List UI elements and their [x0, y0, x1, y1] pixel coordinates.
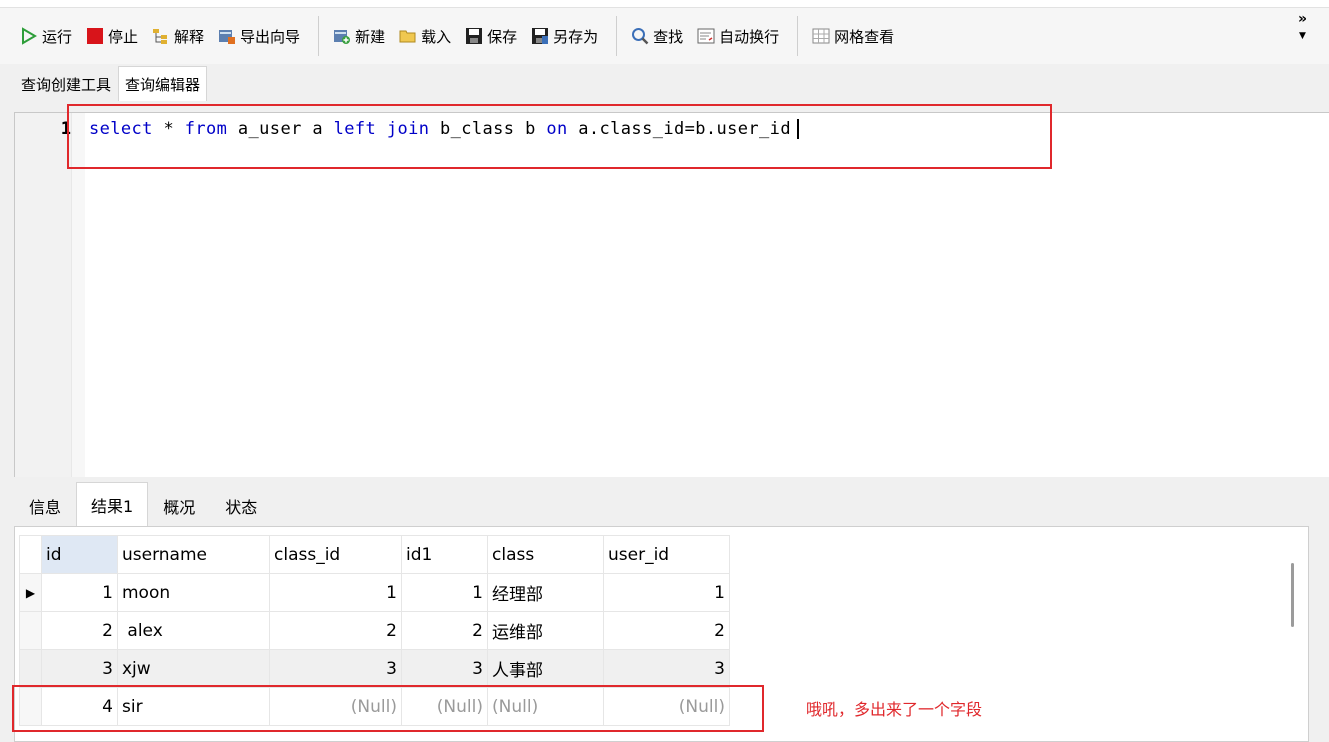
- current-row-indicator-icon: ▶: [19, 573, 42, 612]
- cell-id1[interactable]: 2: [401, 611, 488, 650]
- table-row[interactable]: ▶ 1 moon 1 1 经理部 1: [19, 573, 730, 612]
- chevron-double-right-icon: »: [1297, 11, 1307, 27]
- annotation-note: 哦吼，多出来了一个字段: [806, 700, 983, 719]
- cell-user-id[interactable]: 1: [603, 573, 730, 612]
- toolbar-separator: [797, 16, 799, 56]
- explain-button[interactable]: 解释: [148, 21, 208, 51]
- load-button[interactable]: 载入: [395, 21, 455, 51]
- save-as-button[interactable]: 另存为: [527, 21, 602, 51]
- save-as-icon: [531, 27, 549, 45]
- new-query-button[interactable]: 新建: [329, 21, 389, 51]
- stop-icon: [86, 27, 104, 45]
- cell-class[interactable]: 运维部: [487, 611, 604, 650]
- new-query-icon: [333, 27, 351, 45]
- stop-button[interactable]: 停止: [82, 21, 142, 51]
- load-label: 载入: [421, 27, 452, 46]
- cell-username[interactable]: alex: [117, 611, 270, 650]
- toolbar-top-strip: [0, 0, 1329, 8]
- toolbar-overflow-button[interactable]: » ▼: [1298, 12, 1307, 43]
- export-wizard-label: 导出向导: [240, 27, 301, 46]
- tab-info[interactable]: 信息: [14, 486, 76, 526]
- editor-tabs: 查询创建工具 查询编辑器: [14, 66, 208, 101]
- column-header-class-id[interactable]: class_id: [269, 535, 402, 574]
- save-icon: [465, 27, 483, 45]
- table-row[interactable]: 3 xjw 3 3 人事部 3: [19, 649, 730, 688]
- tab-status[interactable]: 状态: [210, 486, 272, 526]
- folder-icon: [399, 27, 417, 45]
- cell-id[interactable]: 2: [41, 611, 118, 650]
- highlight-box-sql: [67, 104, 1052, 169]
- word-wrap-label: 自动换行: [719, 27, 780, 46]
- explain-icon: [152, 27, 170, 45]
- vertical-scrollbar[interactable]: [1291, 563, 1294, 627]
- export-wizard-button[interactable]: 导出向导: [214, 21, 304, 51]
- play-icon: [20, 27, 38, 45]
- cell-user-id[interactable]: 2: [603, 611, 730, 650]
- new-query-label: 新建: [355, 27, 386, 46]
- stop-label: 停止: [108, 27, 139, 46]
- run-label: 运行: [42, 27, 73, 46]
- cell-class-id[interactable]: 3: [269, 649, 402, 688]
- explain-label: 解释: [174, 27, 205, 46]
- cell-class[interactable]: 人事部: [487, 649, 604, 688]
- cell-id[interactable]: 1: [41, 573, 118, 612]
- grid-view-button[interactable]: 网格查看: [808, 21, 898, 51]
- column-header-class[interactable]: class: [487, 535, 604, 574]
- row-indicator: [19, 611, 42, 650]
- cell-id1[interactable]: 1: [401, 573, 488, 612]
- tab-query-editor[interactable]: 查询编辑器: [118, 66, 208, 101]
- tab-profile[interactable]: 概况: [148, 486, 210, 526]
- run-button[interactable]: 运行: [16, 21, 76, 51]
- tab-query-builder[interactable]: 查询创建工具: [14, 68, 118, 101]
- save-as-label: 另存为: [553, 27, 599, 46]
- grid-header-row: id username class_id id1 class user_id: [19, 535, 730, 574]
- grid-view-label: 网格查看: [834, 27, 895, 46]
- save-button[interactable]: 保存: [461, 21, 521, 51]
- result-tabs: 信息 结果1 概况 状态: [14, 480, 1309, 526]
- column-header-id[interactable]: id: [41, 535, 118, 574]
- cell-username[interactable]: moon: [117, 573, 270, 612]
- row-indicator-header: [19, 535, 42, 574]
- toolbar-separator: [318, 16, 320, 56]
- cell-class-id[interactable]: 1: [269, 573, 402, 612]
- export-icon: [218, 27, 236, 45]
- cell-id1[interactable]: 3: [401, 649, 488, 688]
- table-row[interactable]: 2 alex 2 2 运维部 2: [19, 611, 730, 650]
- grid-icon: [812, 27, 830, 45]
- row-indicator: [19, 649, 42, 688]
- toolbar: 运行 停止 解释 导出向导 新建 载入 保存 另存为 查找 自动换行 网格查看 …: [0, 0, 1329, 64]
- column-header-username[interactable]: username: [117, 535, 270, 574]
- toolbar-separator: [616, 16, 618, 56]
- caret-down-icon: ▼: [1299, 31, 1306, 41]
- column-header-user-id[interactable]: user_id: [603, 535, 730, 574]
- find-button[interactable]: 查找: [627, 21, 687, 51]
- highlight-box-null-row: [12, 685, 764, 732]
- cell-user-id[interactable]: 3: [603, 649, 730, 688]
- cell-username[interactable]: xjw: [117, 649, 270, 688]
- column-header-id1[interactable]: id1: [401, 535, 488, 574]
- save-label: 保存: [487, 27, 518, 46]
- cell-class-id[interactable]: 2: [269, 611, 402, 650]
- tab-result-1[interactable]: 结果1: [76, 482, 149, 526]
- word-wrap-button[interactable]: 自动换行: [693, 21, 783, 51]
- find-label: 查找: [653, 27, 684, 46]
- word-wrap-icon: [697, 27, 715, 45]
- cell-id[interactable]: 3: [41, 649, 118, 688]
- cell-class[interactable]: 经理部: [487, 573, 604, 612]
- search-icon: [631, 27, 649, 45]
